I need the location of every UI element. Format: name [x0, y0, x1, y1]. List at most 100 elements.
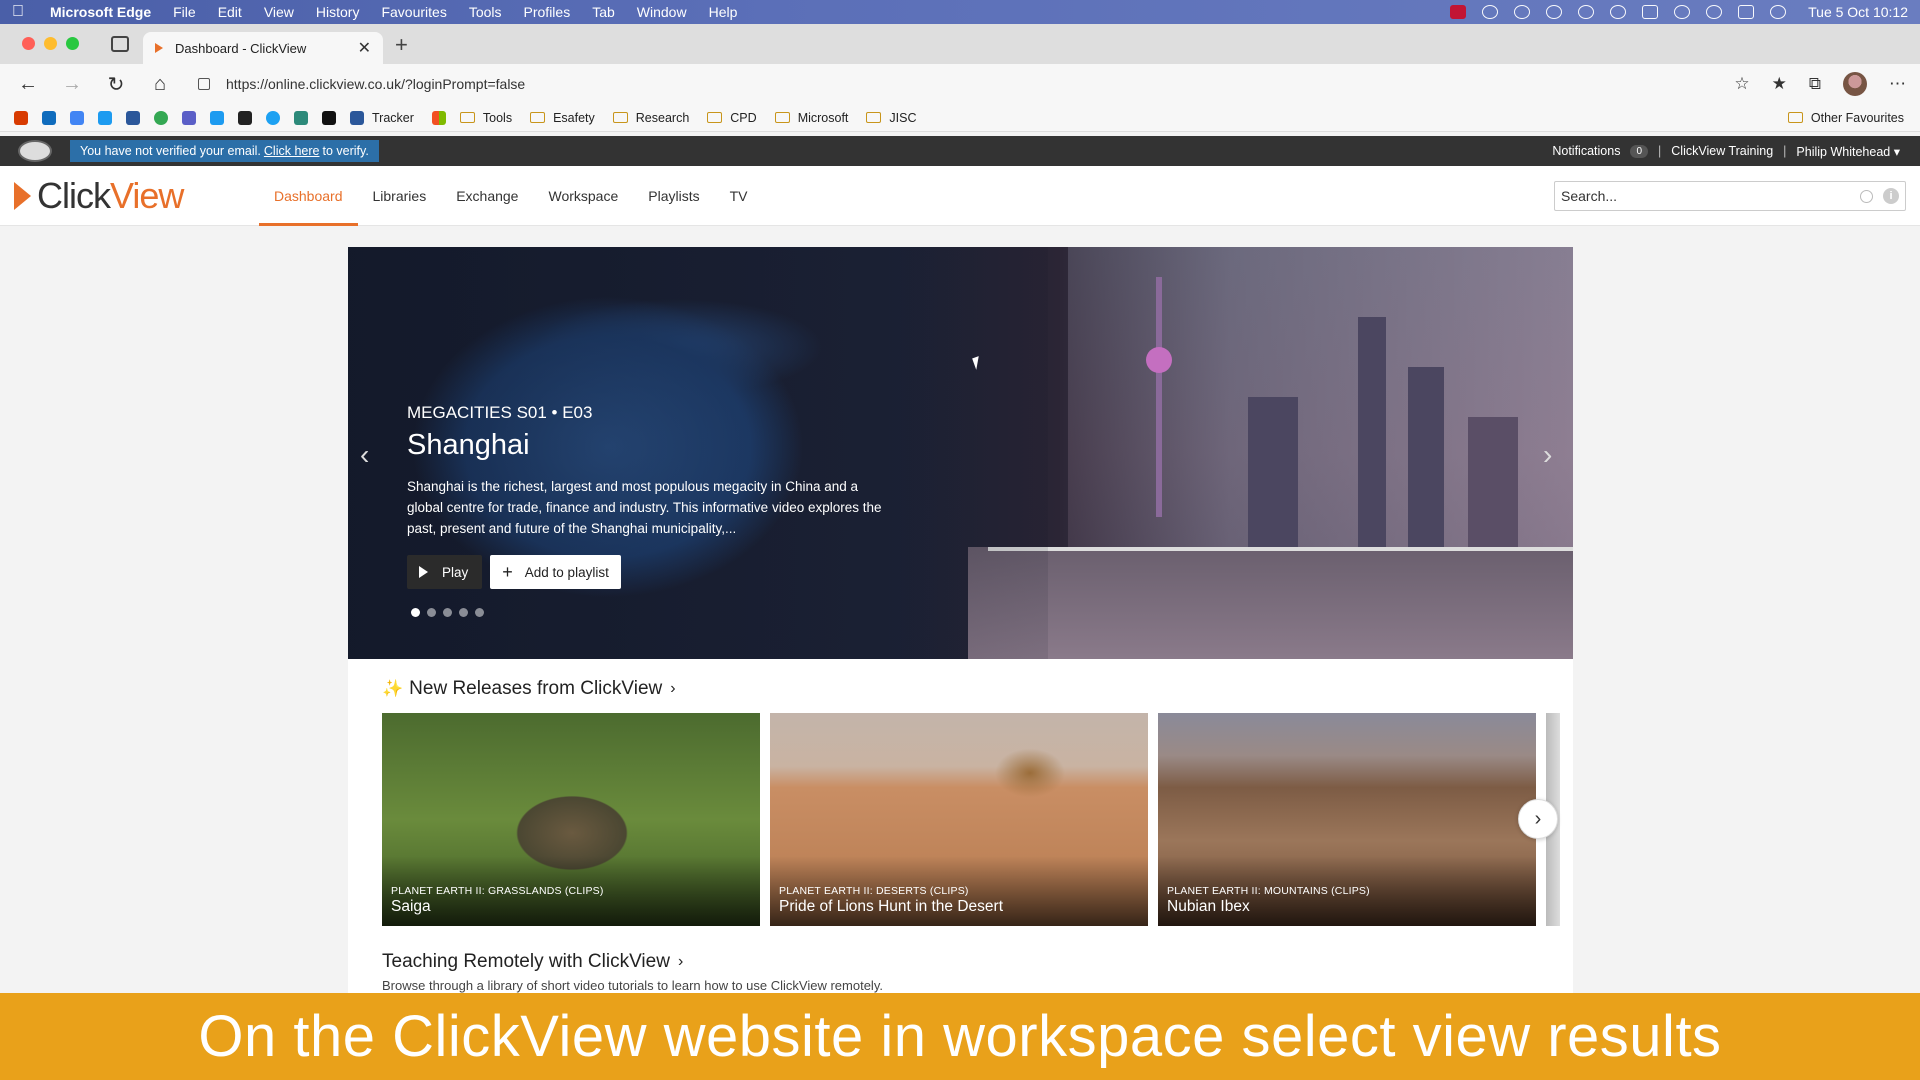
carousel-next-icon[interactable]: ›	[1543, 439, 1552, 471]
bookmark-cpd[interactable]: CPD	[707, 111, 757, 125]
forward-icon[interactable]: →	[58, 70, 86, 98]
menu-tab[interactable]: Tab	[592, 4, 615, 20]
blue-circle-bookmark-icon[interactable]	[266, 110, 280, 125]
battery-icon[interactable]	[1642, 5, 1659, 19]
menu-view[interactable]: View	[264, 4, 294, 20]
lock-icon[interactable]	[198, 78, 210, 90]
bookmark-jisc[interactable]: JISC	[866, 111, 916, 125]
play-circle-icon[interactable]	[1578, 5, 1595, 19]
nav-tv[interactable]: TV	[715, 166, 763, 226]
more-icon[interactable]: ⋯	[1889, 74, 1906, 94]
skyscraper-graphic	[1408, 367, 1444, 547]
menu-help[interactable]: Help	[709, 4, 738, 20]
apple-icon[interactable]: 	[12, 4, 28, 20]
add-favourite-icon[interactable]: ☆	[1734, 74, 1749, 94]
bookmark-tools[interactable]: Tools	[459, 111, 512, 125]
nav-dashboard[interactable]: Dashboard	[259, 166, 358, 226]
minimize-window-button[interactable]	[44, 37, 57, 50]
maximize-window-button[interactable]	[66, 37, 79, 50]
record-icon[interactable]	[1450, 5, 1467, 19]
bookmark-tracker[interactable]: Tracker	[350, 110, 414, 125]
cards-next-button[interactable]: ›	[1518, 799, 1558, 839]
nav-exchange[interactable]: Exchange	[441, 166, 533, 226]
app-name[interactable]: Microsoft Edge	[50, 4, 151, 20]
close-window-button[interactable]	[22, 37, 35, 50]
teal-bookmark-icon[interactable]	[294, 110, 308, 125]
home-icon[interactable]: ⌂	[146, 70, 174, 98]
bluetooth-icon[interactable]	[1674, 5, 1691, 19]
browser-tab-active[interactable]: Dashboard - ClickView ✕	[143, 32, 383, 64]
carousel-dot-4[interactable]	[459, 608, 468, 617]
carousel-dot-3[interactable]	[443, 608, 452, 617]
tab-actions-icon[interactable]	[111, 36, 129, 52]
carousel-prev-icon[interactable]: ‹	[360, 439, 369, 471]
menu-clock[interactable]: Tue 5 Oct 10:12	[1808, 4, 1908, 20]
control-center-icon[interactable]	[1738, 5, 1755, 19]
green-bookmark-icon[interactable]	[154, 110, 168, 125]
grammarly-icon[interactable]	[1610, 5, 1627, 19]
globe-icon[interactable]	[1546, 5, 1563, 19]
new-releases-heading[interactable]: ✨ New Releases from ClickView ›	[382, 678, 676, 700]
word-bookmark-icon[interactable]	[126, 110, 140, 125]
user-menu[interactable]: Philip Whitehead ▾	[1796, 144, 1900, 159]
video-card[interactable]: PLANET EARTH II: GRASSLANDS (CLIPS) Saig…	[382, 713, 760, 926]
folder-icon	[612, 112, 628, 123]
favourites-icon[interactable]: ★	[1772, 74, 1787, 94]
close-tab-icon[interactable]: ✕	[358, 38, 371, 58]
outlook-bookmark-icon[interactable]	[42, 110, 56, 125]
twitter-bookmark-icon-2[interactable]	[210, 110, 224, 125]
menu-history[interactable]: History	[316, 4, 360, 20]
office-bookmark-icon[interactable]	[14, 110, 28, 125]
new-tab-button[interactable]: +	[395, 32, 408, 58]
teams-bookmark-icon[interactable]	[182, 110, 196, 125]
info-icon[interactable]: i	[1883, 188, 1899, 204]
url-field[interactable]: https://online.clickview.co.uk/?loginPro…	[190, 68, 1734, 100]
nav-libraries[interactable]: Libraries	[358, 166, 442, 226]
clickview-logo[interactable]: Click View	[14, 175, 244, 217]
main-nav: Dashboard Libraries Exchange Workspace P…	[259, 166, 763, 226]
carousel-dot-1[interactable]	[411, 608, 420, 617]
bookmark-other-favourites[interactable]: Other Favourites	[1787, 111, 1904, 125]
menu-tools[interactable]: Tools	[469, 4, 502, 20]
wifi-icon[interactable]	[1706, 5, 1723, 19]
dark-bookmark-icon[interactable]	[322, 110, 336, 125]
profile-avatar[interactable]	[1843, 72, 1867, 96]
add-to-playlist-button[interactable]: + Add to playlist	[490, 555, 621, 589]
twitter-bookmark-icon[interactable]	[98, 110, 112, 125]
nav-playlists[interactable]: Playlists	[633, 166, 714, 226]
creative-cloud-icon[interactable]	[1482, 5, 1499, 19]
bookmark-microsoft[interactable]: Microsoft	[774, 111, 848, 125]
search-icon[interactable]	[1860, 189, 1873, 203]
sparkle-icon: ✨	[382, 679, 404, 698]
cloud-icon[interactable]	[1514, 5, 1531, 19]
notifications-link[interactable]: Notifications	[1552, 144, 1620, 158]
collections-icon[interactable]: ⧉	[1809, 74, 1821, 94]
menu-file[interactable]: File	[173, 4, 196, 20]
bookmark-esafety[interactable]: Esafety	[530, 111, 595, 125]
siri-icon[interactable]	[1770, 5, 1787, 19]
verify-email-link[interactable]: Click here	[264, 144, 320, 158]
carousel-dot-2[interactable]	[427, 608, 436, 617]
teaching-title: Teaching Remotely with ClickView	[382, 951, 670, 972]
amazon-bookmark-icon[interactable]	[238, 110, 252, 125]
bookmark-research[interactable]: Research	[612, 111, 689, 125]
menu-edit[interactable]: Edit	[218, 4, 242, 20]
google-bookmark-icon[interactable]	[70, 110, 84, 125]
microsoft-bookmark-icon[interactable]	[431, 110, 446, 125]
menu-window[interactable]: Window	[637, 4, 687, 20]
video-card[interactable]: PLANET EARTH II: MOUNTAINS (CLIPS) Nubia…	[1158, 713, 1536, 926]
refresh-icon[interactable]: ↻	[102, 70, 130, 98]
carousel-dot-5[interactable]	[475, 608, 484, 617]
teaching-heading[interactable]: Teaching Remotely with ClickView ›	[382, 951, 683, 973]
play-button[interactable]: Play	[407, 555, 483, 589]
tower-graphic	[1156, 277, 1162, 517]
chevron-right-icon: ›	[1534, 807, 1542, 830]
clickview-training-link[interactable]: ClickView Training	[1671, 144, 1773, 158]
menu-profiles[interactable]: Profiles	[524, 4, 571, 20]
nav-workspace[interactable]: Workspace	[533, 166, 633, 226]
menu-favourites[interactable]: Favourites	[381, 4, 446, 20]
video-card[interactable]: PLANET EARTH II: DESERTS (CLIPS) Pride o…	[770, 713, 1148, 926]
search-input[interactable]	[1561, 188, 1860, 204]
back-icon[interactable]: ←	[14, 70, 42, 98]
notifications-count-badge[interactable]: 0	[1630, 144, 1649, 158]
